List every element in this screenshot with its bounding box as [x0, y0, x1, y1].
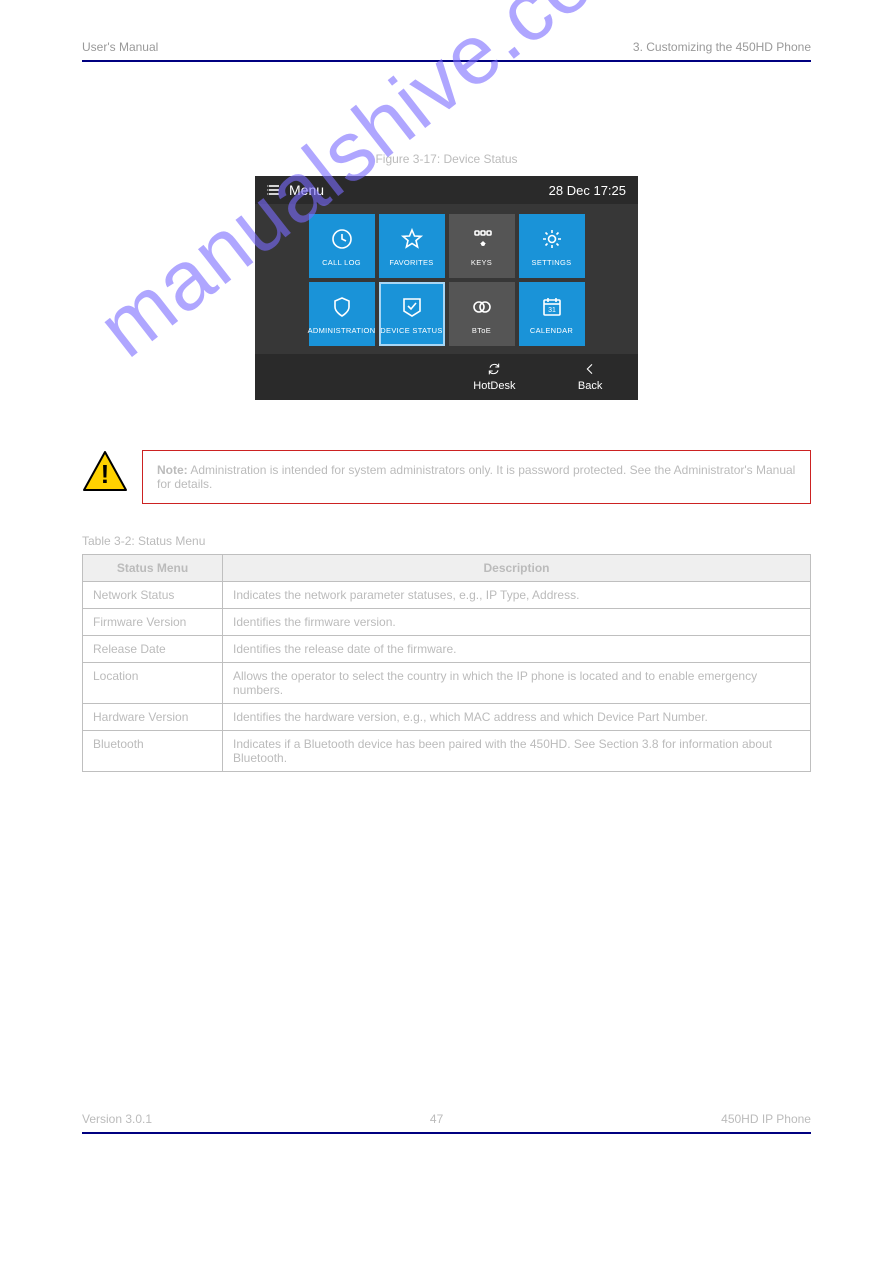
footer-left: Version 3.0.1 — [82, 1112, 152, 1126]
tile-label: ADMINISTRATION — [308, 326, 376, 335]
row-desc: Identifies the release date of the firmw… — [223, 636, 811, 663]
menu-list-icon — [267, 183, 281, 197]
header-left: User's Manual — [82, 40, 158, 54]
svg-text:!: ! — [101, 459, 110, 489]
tile-label: CALL LOG — [322, 258, 361, 267]
row-name: Network Status — [83, 582, 223, 609]
calendar-icon: 31 — [540, 294, 564, 320]
shield-icon — [330, 294, 354, 320]
device-menu-label: Menu — [289, 182, 324, 198]
softkey-blank — [255, 360, 351, 392]
col-header-menu: Status Menu — [83, 555, 223, 582]
gear-icon — [540, 226, 564, 252]
softkey-bar: HotDesk Back — [255, 354, 638, 400]
softkey-back[interactable]: Back — [542, 360, 638, 392]
row-name: Release Date — [83, 636, 223, 663]
header-rule — [82, 60, 811, 62]
tile-calendar[interactable]: 31 CALENDAR — [519, 282, 585, 346]
tile-label: DEVICE STATUS — [380, 326, 442, 335]
table-caption: Table 3-2: Status Menu — [82, 534, 811, 548]
softkey-label: HotDesk — [473, 380, 515, 392]
clock-icon — [330, 226, 354, 252]
check-badge-icon — [400, 294, 424, 320]
device-screenshot: Menu 28 Dec 17:25 CALL LOG FAVORITES KEY… — [255, 176, 638, 400]
tile-label: CALENDAR — [530, 326, 573, 335]
tile-call-log[interactable]: CALL LOG — [309, 214, 375, 278]
softkey-blank — [351, 360, 447, 392]
tile-btoe[interactable]: BToE — [449, 282, 515, 346]
page-footer: Version 3.0.1 47 450HD IP Phone — [82, 1112, 811, 1126]
footer-center: 47 — [430, 1112, 443, 1126]
device-datetime: 28 Dec 17:25 — [549, 183, 626, 198]
row-name: Bluetooth — [83, 731, 223, 772]
refresh-icon — [447, 360, 543, 378]
table-row: Hardware Version Identifies the hardware… — [83, 704, 811, 731]
tile-label: SETTINGS — [532, 258, 572, 267]
tile-favorites[interactable]: FAVORITES — [379, 214, 445, 278]
row-desc: Identifies the hardware version, e.g., w… — [223, 704, 811, 731]
table-row: Network Status Indicates the network par… — [83, 582, 811, 609]
row-desc: Allows the operator to select the countr… — [223, 663, 811, 704]
row-desc: Identifies the firmware version. — [223, 609, 811, 636]
col-header-desc: Description — [223, 555, 811, 582]
star-icon — [400, 226, 424, 252]
table-row: Release Date Identifies the release date… — [83, 636, 811, 663]
keys-icon — [470, 226, 494, 252]
header-right: 3. Customizing the 450HD Phone — [633, 40, 811, 54]
warning-icon: ! — [82, 450, 128, 492]
softkey-hotdesk[interactable]: HotDesk — [447, 360, 543, 392]
note-box: Note: Administration is intended for sys… — [142, 450, 811, 504]
note-text: Administration is intended for system ad… — [157, 463, 795, 491]
chevron-left-icon — [542, 360, 638, 378]
status-table: Status Menu Description Network Status I… — [82, 554, 811, 772]
table-row: Location Allows the operator to select t… — [83, 663, 811, 704]
row-name: Hardware Version — [83, 704, 223, 731]
row-desc: Indicates the network parameter statuses… — [223, 582, 811, 609]
row-name: Firmware Version — [83, 609, 223, 636]
tile-settings[interactable]: SETTINGS — [519, 214, 585, 278]
softkey-label: Back — [578, 380, 602, 392]
row-desc: Indicates if a Bluetooth device has been… — [223, 731, 811, 772]
device-title-bar: Menu 28 Dec 17:25 — [255, 176, 638, 204]
footer-rule — [82, 1132, 811, 1134]
note-label: Note: — [157, 463, 188, 477]
tile-keys[interactable]: KEYS — [449, 214, 515, 278]
tile-administration[interactable]: ADMINISTRATION — [309, 282, 375, 346]
table-row: Firmware Version Identifies the firmware… — [83, 609, 811, 636]
row-name: Location — [83, 663, 223, 704]
tile-label: FAVORITES — [389, 258, 433, 267]
figure-caption: Figure 3-17: Device Status — [0, 152, 893, 166]
page-header: User's Manual 3. Customizing the 450HD P… — [82, 40, 811, 54]
link-icon — [470, 294, 494, 320]
svg-text:31: 31 — [548, 307, 556, 314]
tile-label: BToE — [472, 326, 491, 335]
table-row: Bluetooth Indicates if a Bluetooth devic… — [83, 731, 811, 772]
tile-grid: CALL LOG FAVORITES KEYS SETTINGS — [255, 204, 638, 354]
footer-right: 450HD IP Phone — [721, 1112, 811, 1126]
tile-device-status[interactable]: DEVICE STATUS — [379, 282, 445, 346]
tile-label: KEYS — [471, 258, 492, 267]
